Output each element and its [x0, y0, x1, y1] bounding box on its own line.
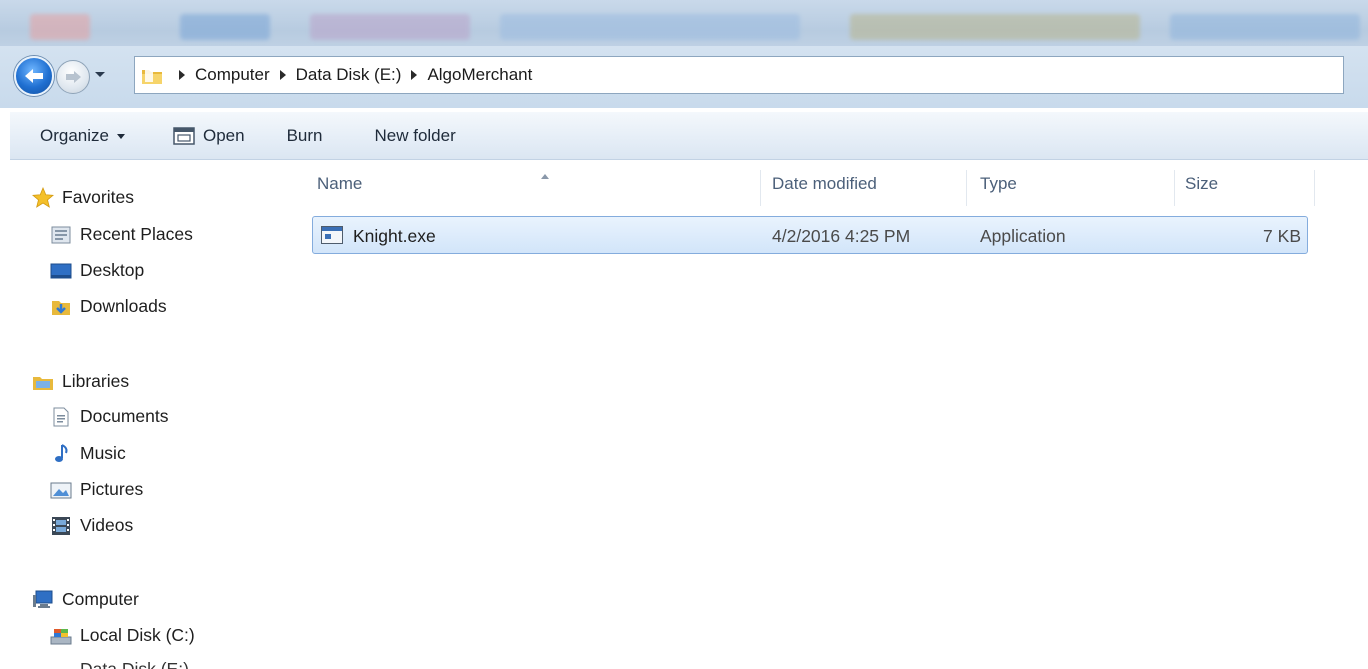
- folder-icon: [141, 65, 163, 85]
- nav-data-disk-e[interactable]: Data Disk (E:): [50, 656, 189, 669]
- blurred-tab: [30, 14, 90, 40]
- nav-label: Recent Places: [80, 223, 193, 244]
- open-window-icon: [173, 126, 195, 145]
- breadcrumb-computer[interactable]: Computer: [195, 65, 270, 85]
- nav-recent-places[interactable]: Recent Places: [50, 221, 193, 247]
- breadcrumb-algomerchant[interactable]: AlgoMerchant: [427, 65, 532, 85]
- desktop-icon: [50, 260, 72, 280]
- breadcrumb-data-disk[interactable]: Data Disk (E:): [296, 65, 402, 85]
- open-label: Open: [202, 125, 245, 145]
- nav-label: Downloads: [80, 295, 167, 316]
- chevron-down-icon: [95, 72, 105, 77]
- nav-music[interactable]: Music: [50, 440, 126, 466]
- file-list-pane: Name Date modified Type Size Knight.exe …: [300, 160, 1368, 669]
- file-row[interactable]: Knight.exe 4/2/2016 4:25 PM Application …: [312, 216, 1308, 254]
- organize-label: Organize: [40, 125, 109, 145]
- pictures-icon: [50, 479, 72, 499]
- recent-pages-dropdown[interactable]: [94, 68, 106, 82]
- nav-documents[interactable]: Documents: [50, 403, 169, 429]
- nav-label: Libraries: [62, 370, 130, 391]
- nav-label: Local Disk (C:): [80, 624, 195, 645]
- column-divider[interactable]: [760, 170, 761, 206]
- sort-ascending-icon: [541, 174, 549, 179]
- drive-icon: [50, 625, 72, 645]
- nav-pictures[interactable]: Pictures: [50, 476, 143, 502]
- breadcrumb-separator-icon[interactable]: [279, 70, 286, 80]
- nav-label: Music: [80, 442, 126, 463]
- new-folder-button[interactable]: New folder: [367, 119, 464, 153]
- organize-button[interactable]: Organize: [32, 119, 133, 153]
- file-size: 7 KB: [1263, 226, 1301, 246]
- star-icon: [31, 186, 55, 208]
- documents-icon: [50, 406, 72, 427]
- file-name: Knight.exe: [353, 226, 436, 246]
- drive-icon: [50, 659, 72, 669]
- computer-icon: [32, 589, 54, 609]
- nav-downloads[interactable]: Downloads: [50, 293, 167, 319]
- file-type: Application: [980, 226, 1066, 246]
- nav-videos[interactable]: Videos: [50, 512, 133, 538]
- chevron-down-icon: [116, 134, 125, 139]
- nav-desktop[interactable]: Desktop: [50, 257, 144, 283]
- column-header-date-modified[interactable]: Date modified: [772, 174, 877, 194]
- back-button[interactable]: [14, 56, 54, 96]
- nav-label: Favorites: [62, 186, 134, 207]
- exe-icon: [321, 226, 343, 244]
- blurred-tab: [850, 14, 1140, 40]
- recent-places-icon: [50, 224, 72, 244]
- nav-favorites[interactable]: Favorites: [31, 184, 134, 210]
- column-divider[interactable]: [1174, 170, 1175, 206]
- new-folder-label: New folder: [374, 125, 456, 145]
- nav-label: Data Disk (E:): [80, 658, 189, 669]
- open-button[interactable]: Open: [165, 119, 253, 153]
- nav-local-disk-c[interactable]: Local Disk (C:): [50, 622, 195, 648]
- column-divider[interactable]: [1314, 170, 1315, 206]
- forward-button[interactable]: [56, 60, 90, 94]
- command-toolbar: Organize Open Burn New folder: [10, 112, 1368, 160]
- nav-label: Videos: [80, 514, 134, 535]
- nav-label: Pictures: [80, 478, 144, 499]
- blurred-tab: [1170, 14, 1360, 40]
- blurred-tab: [500, 14, 800, 40]
- nav-label: Documents: [80, 405, 169, 426]
- nav-label: Computer: [62, 588, 139, 609]
- nav-label: Desktop: [80, 259, 145, 280]
- column-header-name[interactable]: Name: [317, 174, 362, 194]
- back-arrow-icon: [25, 69, 43, 83]
- music-note-icon: [50, 443, 72, 463]
- breadcrumb-separator-icon[interactable]: [411, 70, 418, 80]
- address-bar[interactable]: Computer Data Disk (E:) AlgoMerchant: [134, 56, 1344, 94]
- file-date-modified: 4/2/2016 4:25 PM: [772, 226, 911, 246]
- downloads-icon: [50, 296, 72, 316]
- nav-computer[interactable]: Computer: [32, 586, 139, 612]
- column-header-size[interactable]: Size: [1185, 174, 1218, 194]
- forward-arrow-icon: [66, 71, 81, 83]
- film-icon: [50, 515, 72, 535]
- burn-button[interactable]: Burn: [279, 119, 331, 153]
- navigation-pane: Favorites Recent Places Desktop Download…: [10, 160, 300, 669]
- column-header-type[interactable]: Type: [980, 174, 1017, 194]
- column-divider[interactable]: [966, 170, 967, 206]
- burn-label: Burn: [286, 125, 323, 145]
- breadcrumb-separator-icon[interactable]: [179, 70, 185, 80]
- libraries-icon: [32, 371, 54, 391]
- blurred-tab: [310, 14, 470, 40]
- blurred-tab: [180, 14, 270, 40]
- nav-libraries[interactable]: Libraries: [32, 368, 129, 394]
